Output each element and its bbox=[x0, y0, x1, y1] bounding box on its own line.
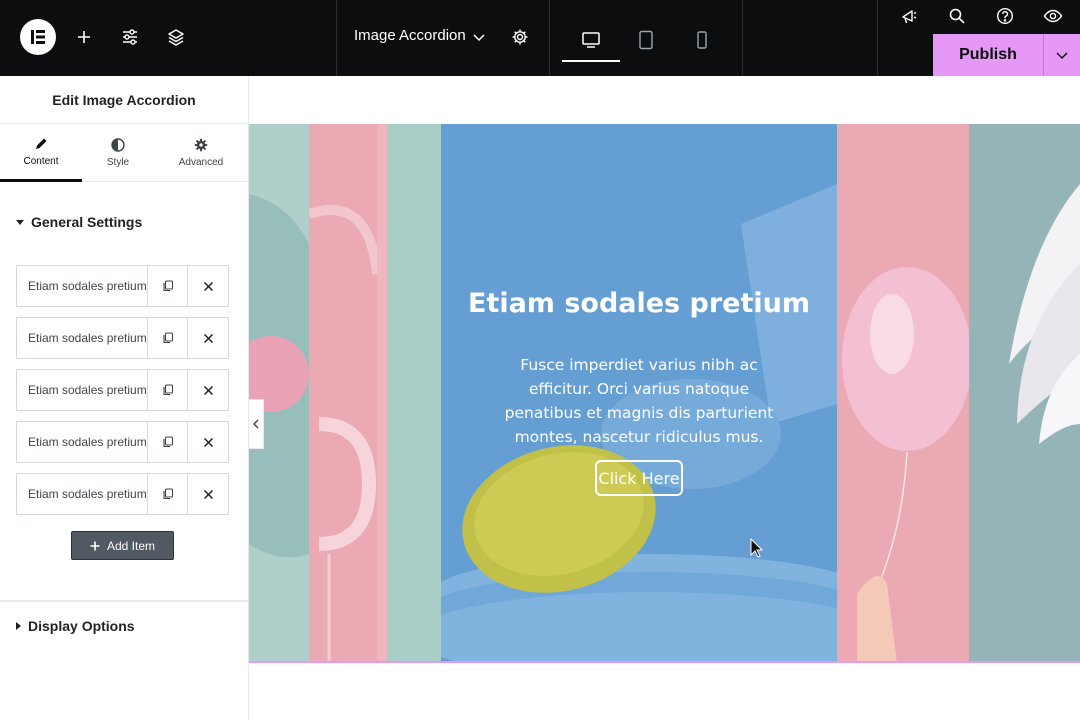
divider bbox=[877, 0, 878, 76]
layers-icon[interactable] bbox=[163, 24, 189, 50]
duplicate-icon[interactable] bbox=[148, 474, 189, 514]
image-accordion: Etiam sodales pretium Fusce imperdiet va… bbox=[249, 124, 1080, 663]
gear-icon bbox=[194, 138, 208, 152]
caret-down-icon bbox=[16, 219, 24, 225]
mobile-icon[interactable] bbox=[673, 18, 731, 62]
tab-style-label: Style bbox=[106, 157, 130, 168]
tab-content-label: Content bbox=[23, 155, 59, 167]
preview-canvas: Etiam sodales pretium Fusce imperdiet va… bbox=[249, 76, 1080, 720]
accordion-image bbox=[249, 124, 309, 661]
repeater-item-label[interactable]: Etiam sodales pretium bbox=[17, 474, 149, 514]
panel-title: Edit Image Accordion bbox=[0, 76, 248, 124]
section-display-options[interactable]: Display Options bbox=[16, 618, 135, 634]
tablet-icon[interactable] bbox=[617, 18, 675, 62]
plus-icon bbox=[90, 541, 100, 550]
contrast-icon bbox=[111, 138, 125, 152]
tab-advanced-label: Advanced bbox=[178, 157, 224, 168]
duplicate-icon[interactable] bbox=[148, 266, 189, 306]
repeater-item: Etiam sodales pretium bbox=[16, 265, 229, 307]
remove-icon[interactable] bbox=[188, 318, 228, 358]
sliders-icon[interactable] bbox=[117, 24, 143, 50]
add-item-button[interactable]: Add Item bbox=[71, 531, 174, 560]
tab-style[interactable]: Style bbox=[82, 124, 154, 182]
plus-icon[interactable] bbox=[71, 24, 97, 50]
editor-panel: Edit Image Accordion Content Style Advan… bbox=[0, 76, 249, 720]
repeater-item: Etiam sodales pretium bbox=[16, 473, 229, 515]
repeater-item: Etiam sodales pretium bbox=[16, 317, 229, 359]
search-icon[interactable] bbox=[944, 3, 970, 29]
accordion-title: Etiam sodales pretium bbox=[467, 288, 811, 319]
repeater-item: Etiam sodales pretium bbox=[16, 421, 229, 463]
accordion-image bbox=[837, 124, 969, 661]
remove-icon[interactable] bbox=[188, 474, 228, 514]
add-item-label: Add Item bbox=[106, 538, 156, 553]
eye-icon[interactable] bbox=[1040, 3, 1066, 29]
tab-advanced[interactable]: Advanced bbox=[160, 124, 242, 182]
help-icon[interactable] bbox=[992, 3, 1018, 29]
top-bar: Image Accordion Publish bbox=[0, 0, 1080, 76]
mouse-cursor-icon bbox=[750, 538, 764, 558]
divider bbox=[0, 600, 249, 602]
tab-content[interactable]: Content bbox=[0, 124, 82, 182]
accordion-item[interactable] bbox=[377, 124, 441, 661]
document-title[interactable]: Image Accordion bbox=[354, 27, 466, 44]
accordion-item[interactable] bbox=[969, 124, 1080, 661]
accordion-item[interactable] bbox=[249, 124, 309, 661]
desktop-icon[interactable] bbox=[562, 18, 620, 62]
remove-icon[interactable] bbox=[188, 422, 228, 462]
section-display-options-label: Display Options bbox=[28, 618, 135, 634]
repeater-item-label[interactable]: Etiam sodales pretium bbox=[17, 422, 149, 462]
accordion-image bbox=[377, 124, 441, 661]
repeater-item-label[interactable]: Etiam sodales pretium bbox=[17, 266, 149, 306]
divider bbox=[336, 0, 337, 76]
pencil-icon bbox=[36, 138, 47, 149]
click-here-button[interactable]: Click Here bbox=[595, 460, 683, 496]
accordion-description: Fusce imperdiet varius nibh ac efficitur… bbox=[504, 356, 774, 446]
publish-button[interactable]: Publish bbox=[933, 34, 1043, 76]
section-general-settings[interactable]: General Settings bbox=[16, 214, 142, 230]
accordion-item[interactable] bbox=[837, 124, 969, 661]
megaphone-icon[interactable] bbox=[896, 3, 922, 29]
repeater-item-label[interactable]: Etiam sodales pretium bbox=[17, 370, 149, 410]
chevron-down-icon[interactable] bbox=[466, 24, 492, 50]
duplicate-icon[interactable] bbox=[148, 318, 189, 358]
section-general-settings-label: General Settings bbox=[31, 214, 143, 230]
accordion-image bbox=[969, 124, 1080, 661]
accordion-image bbox=[309, 124, 377, 661]
duplicate-icon[interactable] bbox=[148, 370, 189, 410]
elementor-logo-icon[interactable] bbox=[20, 19, 56, 55]
collapse-panel-chevron-icon[interactable] bbox=[249, 399, 264, 449]
remove-icon[interactable] bbox=[188, 266, 228, 306]
remove-icon[interactable] bbox=[188, 370, 228, 410]
panel-tabs: Content Style Advanced bbox=[0, 124, 248, 182]
repeater-item: Etiam sodales pretium bbox=[16, 369, 229, 411]
duplicate-icon[interactable] bbox=[148, 422, 189, 462]
gear-icon[interactable] bbox=[507, 24, 533, 50]
repeater-item-label[interactable]: Etiam sodales pretium bbox=[17, 318, 149, 358]
publish-options-chevron-icon[interactable] bbox=[1043, 34, 1080, 76]
divider bbox=[549, 0, 550, 76]
caret-right-icon bbox=[16, 622, 21, 630]
divider bbox=[742, 0, 743, 76]
accordion-item[interactable] bbox=[309, 124, 377, 661]
accordion-item-active[interactable]: Etiam sodales pretium Fusce imperdiet va… bbox=[441, 124, 837, 661]
